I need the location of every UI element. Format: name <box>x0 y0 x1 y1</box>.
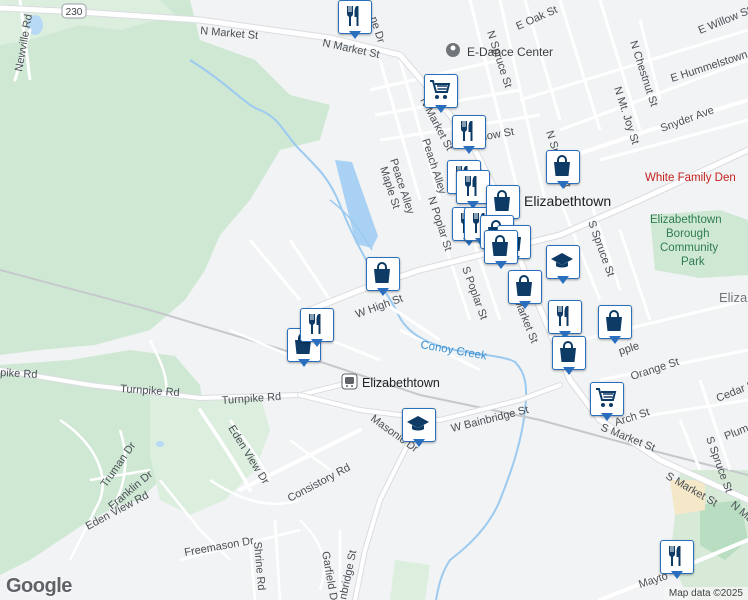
place-label: Eliza <box>719 290 748 305</box>
place-label: E-Dance Center <box>467 45 553 59</box>
shopping-marker[interactable] <box>508 270 542 310</box>
map-attribution[interactable]: Map data ©2025 <box>663 587 748 600</box>
place-pin-icon[interactable] <box>446 43 460 57</box>
shopping-marker[interactable] <box>552 336 586 376</box>
shopping-marker[interactable] <box>366 257 400 297</box>
svg-text:230: 230 <box>66 7 83 18</box>
map-canvas[interactable]: 230 N Market St N Market St N Market St … <box>0 0 748 600</box>
shopping-marker[interactable] <box>546 150 580 190</box>
grocery-marker[interactable] <box>590 382 624 422</box>
school-marker[interactable] <box>546 245 580 285</box>
route-230-shield: 230 <box>61 3 87 19</box>
park-label-line: Park <box>681 256 705 268</box>
shopping-marker[interactable] <box>484 230 518 270</box>
restaurant-marker[interactable] <box>300 308 334 348</box>
restaurant-marker[interactable] <box>452 115 486 155</box>
place-label: White Family Den <box>645 172 736 184</box>
train-station-icon[interactable] <box>341 373 358 390</box>
street-label: pike Rd <box>0 367 38 381</box>
park-label-line: Elizabethtown <box>650 214 722 226</box>
restaurant-marker[interactable] <box>660 540 694 580</box>
restaurant-marker[interactable] <box>548 300 582 340</box>
grocery-marker[interactable] <box>424 74 458 114</box>
map-base: 230 N Market St N Market St N Market St … <box>0 0 748 600</box>
station-label: Elizabethtown <box>362 376 440 390</box>
restaurant-marker[interactable] <box>456 170 490 210</box>
park-label-line: Community <box>660 242 718 254</box>
google-logo: Google <box>6 575 72 597</box>
town-label: Elizabethtown <box>524 193 611 209</box>
shopping-marker[interactable] <box>598 305 632 345</box>
school-marker[interactable] <box>402 408 436 448</box>
park-label-line: Borough <box>666 228 709 240</box>
restaurant-marker[interactable] <box>338 0 372 40</box>
